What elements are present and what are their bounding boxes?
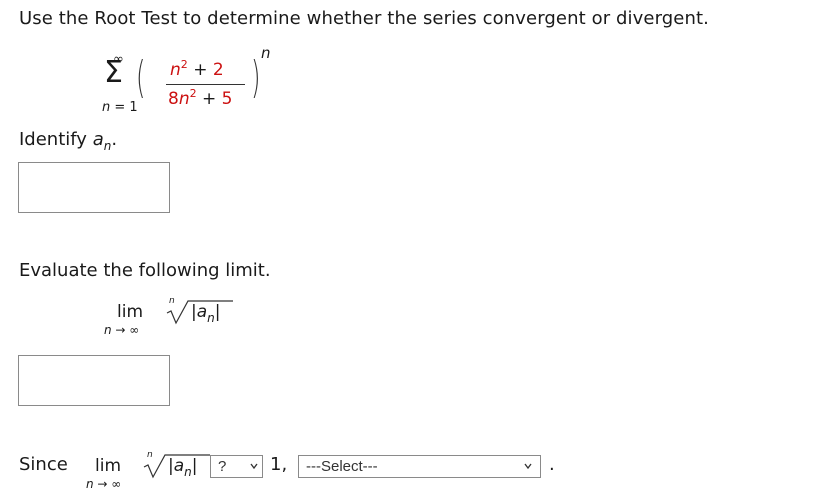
period: . bbox=[549, 454, 555, 475]
chevron-down-icon bbox=[524, 463, 532, 470]
limit-subscript: n → ∞ bbox=[104, 323, 140, 337]
sigma-symbol: Σ bbox=[104, 55, 123, 90]
an-answer-input[interactable] bbox=[18, 162, 170, 213]
limit-text: lim bbox=[95, 456, 122, 476]
fraction-numerator: n2 + 2 bbox=[170, 58, 224, 80]
series-exponent: n bbox=[261, 44, 271, 62]
question-text: Use the Root Test to determine whether t… bbox=[19, 8, 709, 29]
result-select-value: ---Select--- bbox=[306, 458, 378, 475]
limit-subscript: n → ∞ bbox=[86, 477, 122, 491]
limit-text: lim bbox=[117, 302, 144, 322]
comparison-value: 1, bbox=[270, 454, 288, 475]
right-paren: ) bbox=[251, 52, 261, 103]
identify-label: Identify an. bbox=[19, 129, 118, 153]
fraction-bar bbox=[166, 84, 245, 85]
left-paren: ( bbox=[136, 52, 146, 103]
since-label: Since bbox=[19, 454, 68, 475]
comparison-select[interactable]: ? bbox=[210, 455, 263, 478]
abs-an-expression: |an| bbox=[191, 302, 221, 325]
fraction-denominator: 8n2 + 5 bbox=[168, 87, 233, 109]
chevron-down-icon bbox=[250, 463, 258, 470]
comparison-select-value: ? bbox=[218, 458, 227, 475]
evaluate-label: Evaluate the following limit. bbox=[19, 260, 271, 281]
sum-lower-limit: n = 1 bbox=[102, 100, 138, 115]
result-select[interactable]: ---Select--- bbox=[298, 455, 541, 478]
limit-answer-input[interactable] bbox=[18, 355, 170, 406]
abs-an-expression: |an| bbox=[168, 456, 198, 479]
